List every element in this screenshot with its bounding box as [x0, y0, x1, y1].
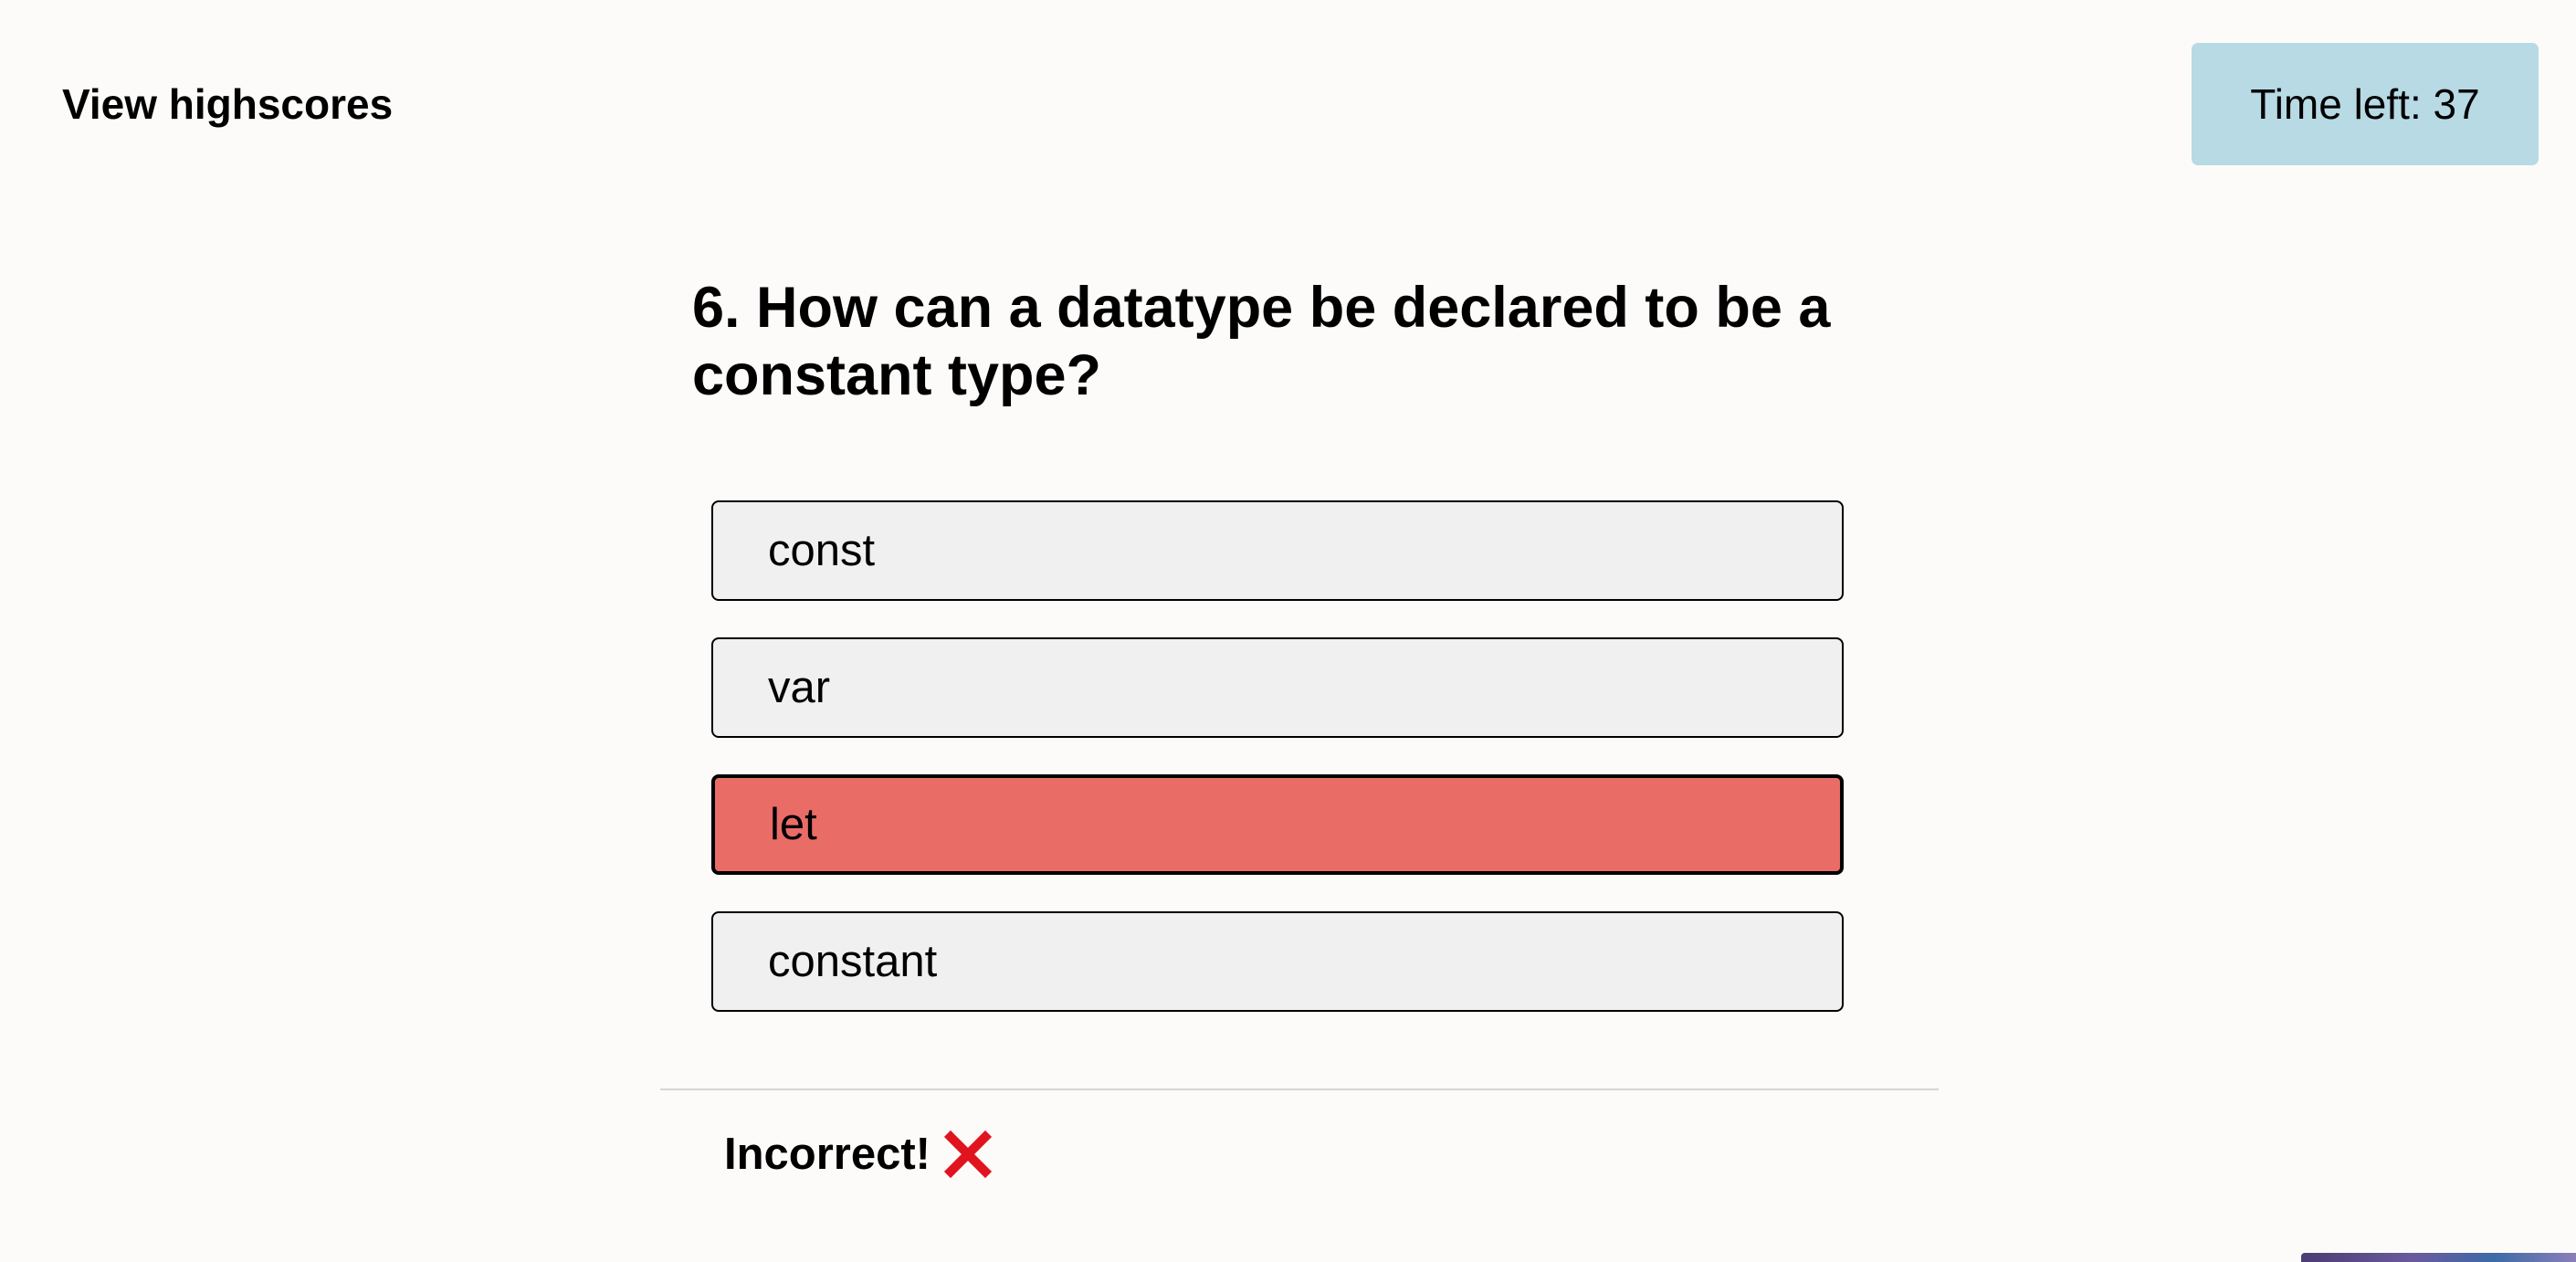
- answer-button[interactable]: var: [711, 637, 1844, 738]
- feedback-text: Incorrect!: [724, 1130, 931, 1179]
- question-title: 6. How can a datatype be declared to be …: [692, 276, 1831, 407]
- timer-badge: Time left: 37: [2192, 43, 2539, 165]
- feedback-divider: [660, 1088, 1939, 1090]
- window-thumbnail-preview: [2301, 1253, 2576, 1262]
- timer-text: Time left: 37: [2250, 80, 2480, 128]
- view-highscores-link[interactable]: View highscores: [62, 77, 393, 131]
- cross-mark-icon: [943, 1130, 993, 1179]
- answer-button[interactable]: constant: [711, 911, 1844, 1012]
- answer-button-incorrect[interactable]: let: [711, 774, 1844, 875]
- answer-list: const var let constant: [711, 500, 1844, 1048]
- answer-button[interactable]: const: [711, 500, 1844, 601]
- quiz-container: 6. How can a datatype be declared to be …: [660, 274, 1939, 1012]
- feedback-message: Incorrect!: [724, 1127, 993, 1182]
